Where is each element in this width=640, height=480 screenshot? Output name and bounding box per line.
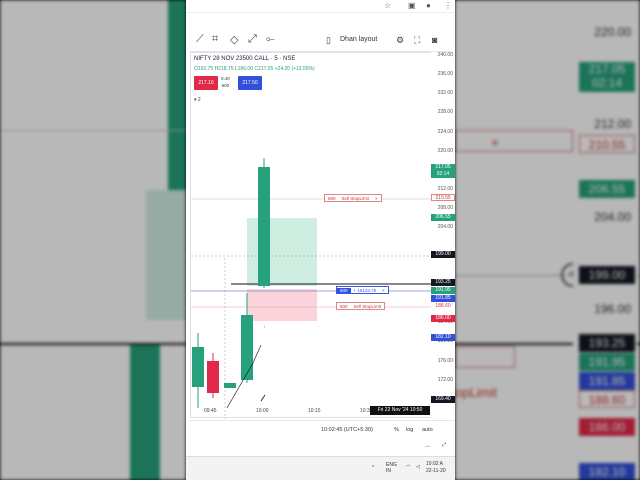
percent-toggle[interactable]: % (394, 427, 399, 433)
position-tag[interactable]: 600 + 15123.75 × (336, 286, 389, 294)
fullscreen-icon[interactable]: ⛶ (414, 35, 420, 46)
tray-chevron-icon[interactable]: ^ (372, 465, 374, 471)
shapes-tool-icon[interactable]: ◇ (230, 33, 238, 46)
x-tick: 09:45 (204, 408, 217, 414)
expand-icon[interactable]: ⤢ (442, 442, 446, 448)
taskbar: ^ ENG IN ◠ ◁ 10:02 A 22-11-20 (186, 456, 455, 480)
buy-button[interactable]: 217.50 (238, 76, 262, 90)
blurred-background-left (0, 0, 186, 480)
stoplimit-order-tag-2[interactable]: 600 Sell StopLimit (336, 302, 386, 310)
blurred-background-right: × opLimit + 220.00 212.00 204.00 196.00 … (455, 0, 640, 480)
symbol-title: NIFTY 28 NOV 23500 CALL · 5 · NSE (194, 56, 296, 62)
language-indicator[interactable]: ENG IN (386, 462, 397, 474)
log-toggle[interactable]: log (406, 427, 413, 433)
auto-toggle[interactable]: auto (422, 427, 433, 433)
chart-pane[interactable]: ↑ (190, 52, 436, 419)
ohlc-values: O192.75 H218.75 L186.00 C217.05 +24.20 (… (194, 66, 315, 72)
stoplimit-order-tag[interactable]: 600 Sell StopLimit × (324, 194, 382, 202)
settings-icon[interactable]: ⚙ (396, 35, 404, 46)
layout-icon[interactable]: ▯ (326, 35, 331, 46)
x-tick: 10:00 (256, 408, 269, 414)
price-scale[interactable]: 240.00 236.00 232.00 228.00 224.00 220.0… (431, 52, 455, 418)
profit-zone (247, 218, 317, 286)
bottom-tag: 169.40 (431, 396, 455, 403)
trendline-tool-icon[interactable]: ⟋ (196, 33, 204, 46)
crosshair-date-tag: Fri 22 Nov '24 10:50 (370, 406, 430, 415)
volume-icon[interactable]: ◁ (416, 464, 420, 470)
x-tick: 10:15 (308, 408, 321, 414)
line-tool-icon[interactable]: ⟜ (266, 33, 275, 46)
candlestick-chart: ↑ (191, 158, 436, 419)
layout-selector[interactable]: Dhan layout (340, 36, 377, 43)
quote-spread: 0.40 600 (221, 76, 230, 88)
profile-icon[interactable]: ● (426, 1, 431, 10)
svg-text:↑: ↑ (263, 324, 265, 329)
last-price-tag: 217.05 02:14 (431, 164, 455, 178)
brush-tool-icon[interactable]: ⤢ (248, 33, 257, 46)
sl2-tag: 188.60 (431, 303, 455, 310)
candles (192, 158, 270, 408)
clock[interactable]: 10:02 A 22-11-20 (426, 461, 446, 475)
browser-bar: ☆ ▣ ● ⋮ (186, 0, 455, 13)
star-icon[interactable]: ☆ (384, 1, 391, 10)
ask-tag: 191.95 (431, 287, 455, 294)
low-tag: 186.00 (431, 315, 455, 322)
more-icon[interactable]: ⋮ (444, 1, 452, 10)
chart-toolbar: ⟋ ⌗ ◇ ⤢ ⟜ ▯ Dhan layout ⚙ ⛶ ◙ (190, 28, 451, 52)
trading-app-window: ☆ ▣ ● ⋮ ⟋ ⌗ ◇ ⤢ ⟜ ▯ Dhan layout ⚙ ⛶ ◙ ↑ … (186, 0, 455, 480)
camera-icon[interactable]: ◙ (432, 35, 437, 45)
chevron-up-icon[interactable]: ︿ (425, 442, 430, 449)
extension-icon[interactable]: ▣ (408, 1, 416, 10)
time-zone-label[interactable]: 10:02:45 (UTC+5:30) (321, 427, 373, 433)
chart-bottom-bar: 10:02:45 (UTC+5:30) % log auto (190, 420, 455, 438)
loss-zone (247, 289, 317, 321)
cursor-price-tag: 199.00 (431, 251, 455, 258)
screen: × opLimit + 220.00 212.00 204.00 196.00 … (0, 0, 640, 480)
crop-tool-icon[interactable]: ⌗ (212, 33, 218, 46)
sell-button[interactable]: 217.10 (194, 76, 218, 90)
target-price-tag: 206.55 (431, 214, 455, 221)
wifi-icon[interactable]: ◠ (406, 464, 410, 470)
buy-line-tag: 193.25 (431, 279, 455, 286)
indicator-collapse[interactable]: ▾ 2 (194, 97, 201, 103)
bid-tag: 191.85 (431, 295, 455, 302)
sl-price-tag: 210.55 (431, 194, 455, 201)
avg-tag: 182.10 (431, 334, 455, 341)
